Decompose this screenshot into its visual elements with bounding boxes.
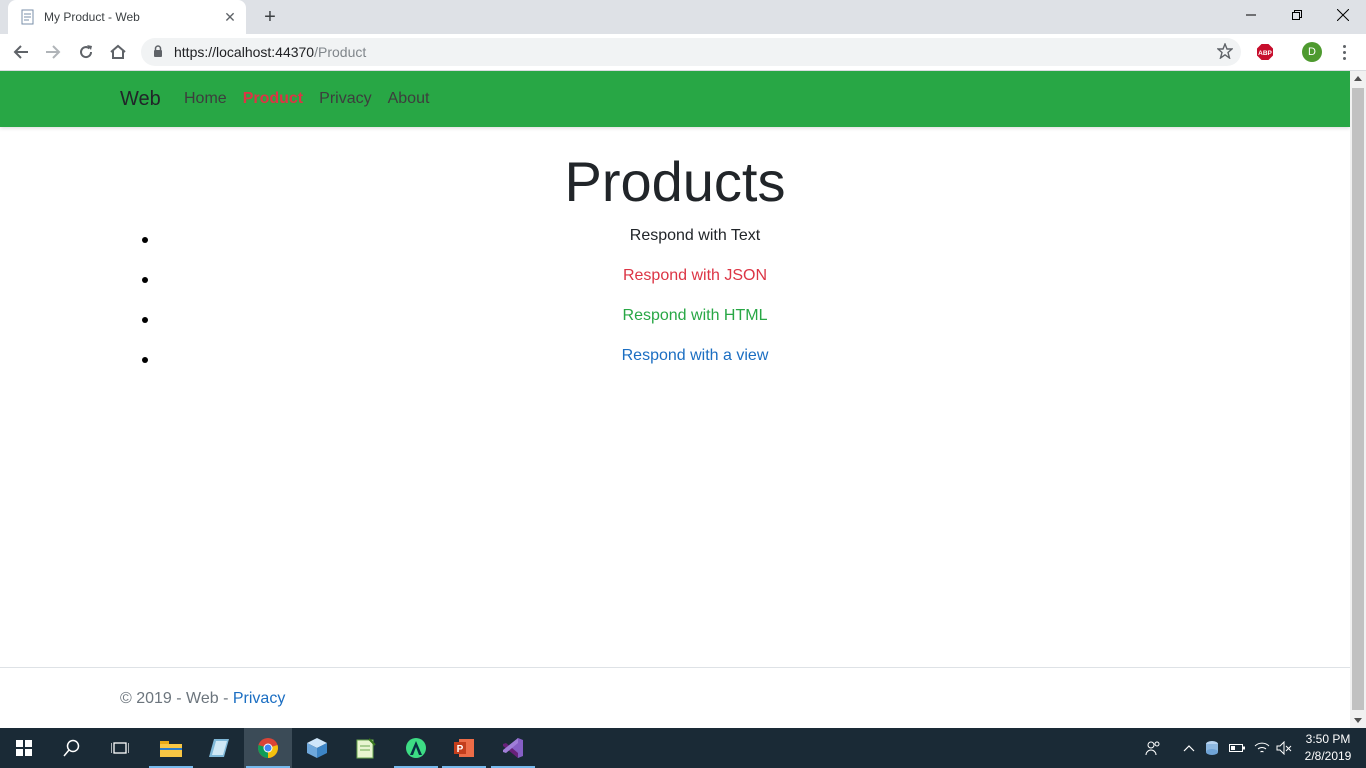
minimize-button[interactable] bbox=[1228, 0, 1274, 30]
task-view-button[interactable] bbox=[96, 728, 144, 768]
close-tab-icon[interactable]: ✕ bbox=[220, 7, 240, 27]
network-drive-icon[interactable] bbox=[1203, 728, 1221, 768]
home-icon bbox=[110, 44, 126, 59]
bullet bbox=[142, 277, 148, 283]
editor-icon bbox=[356, 738, 376, 759]
tab-strip: My Product - Web ✕ + bbox=[0, 0, 1366, 34]
browser-menu-icon[interactable] bbox=[1334, 40, 1354, 64]
home-button[interactable] bbox=[104, 38, 132, 66]
powerpoint-icon: P bbox=[454, 739, 474, 757]
site-navbar: Web Home Product Privacy About bbox=[0, 71, 1350, 127]
visual-studio-icon bbox=[503, 738, 523, 758]
new-tab-button[interactable]: + bbox=[258, 5, 282, 29]
footer-text: © 2019 - Web - Privacy bbox=[120, 690, 285, 708]
taskbar-file-explorer[interactable] bbox=[147, 728, 195, 768]
back-arrow-icon bbox=[13, 45, 28, 59]
bullet bbox=[142, 237, 148, 243]
cube-icon bbox=[307, 738, 327, 758]
taskbar-android-studio[interactable] bbox=[392, 728, 440, 768]
taskbar-app-editor[interactable] bbox=[342, 728, 390, 768]
forward-button[interactable] bbox=[39, 38, 67, 66]
windows-taskbar: P 3:50 PM 2/8/2019 bbox=[0, 728, 1366, 768]
forward-arrow-icon bbox=[46, 45, 61, 59]
page-title: Products bbox=[564, 150, 786, 213]
scroll-up-icon[interactable] bbox=[1354, 76, 1362, 81]
clock-time: 3:50 PM bbox=[1305, 732, 1351, 746]
list-item: Respond with HTML bbox=[0, 307, 1350, 347]
url-text: https://localhost:44370/Product bbox=[174, 44, 366, 60]
android-studio-icon bbox=[406, 738, 426, 758]
task-view-icon bbox=[111, 742, 129, 754]
site-footer: © 2019 - Web - Privacy bbox=[0, 667, 1350, 728]
search-button[interactable] bbox=[48, 728, 96, 768]
address-bar[interactable]: https://localhost:44370/Product bbox=[141, 38, 1241, 66]
close-icon bbox=[1337, 9, 1349, 21]
close-window-button[interactable] bbox=[1320, 0, 1366, 30]
restore-button[interactable] bbox=[1274, 0, 1320, 30]
reload-button[interactable] bbox=[72, 38, 100, 66]
browser-tab[interactable]: My Product - Web ✕ bbox=[8, 0, 246, 34]
chrome-icon bbox=[258, 738, 278, 758]
scrollbar-thumb[interactable] bbox=[1352, 88, 1364, 710]
nav-link-privacy[interactable]: Privacy bbox=[319, 90, 371, 108]
taskbar-powerpoint[interactable]: P bbox=[440, 728, 488, 768]
lock-icon bbox=[154, 45, 162, 57]
profile-avatar[interactable]: D bbox=[1302, 42, 1322, 62]
taskbar-app-box[interactable] bbox=[293, 728, 341, 768]
taskbar-chrome[interactable] bbox=[244, 728, 292, 768]
svg-text:P: P bbox=[457, 744, 464, 755]
start-button[interactable] bbox=[0, 728, 48, 768]
folder-icon bbox=[160, 741, 182, 757]
nav-link-product[interactable]: Product bbox=[243, 90, 303, 108]
nav-links: Home Product Privacy About bbox=[184, 90, 429, 108]
taskbar-visual-studio[interactable] bbox=[489, 728, 537, 768]
windows-logo-icon bbox=[16, 740, 32, 756]
minimize-icon bbox=[1246, 14, 1256, 16]
page-icon bbox=[21, 9, 34, 25]
footer-privacy-link[interactable]: Privacy bbox=[233, 690, 285, 707]
adblock-icon[interactable]: ABP bbox=[1256, 43, 1274, 61]
system-clock[interactable]: 3:50 PM 2/8/2019 bbox=[1296, 731, 1360, 765]
nav-link-about[interactable]: About bbox=[388, 90, 430, 108]
list-item: Respond with a view bbox=[0, 347, 1350, 387]
clock-date: 2/8/2019 bbox=[1304, 749, 1352, 763]
respond-text-label: Respond with Text bbox=[629, 227, 761, 244]
wifi-icon[interactable] bbox=[1252, 728, 1272, 768]
people-icon[interactable] bbox=[1142, 728, 1164, 768]
url-path: /Product bbox=[314, 44, 367, 60]
taskbar-app-notepad[interactable] bbox=[195, 728, 243, 768]
nav-link-home[interactable]: Home bbox=[184, 90, 227, 108]
back-button[interactable] bbox=[7, 38, 35, 66]
product-list: Respond with Text Respond with JSON Resp… bbox=[0, 227, 1350, 387]
page-scrollbar[interactable] bbox=[1350, 71, 1366, 728]
respond-view-link[interactable]: Respond with a view bbox=[160, 347, 1230, 365]
list-item: Respond with Text bbox=[0, 227, 1350, 267]
url-host: https://localhost:44370 bbox=[174, 44, 315, 60]
respond-html-link[interactable]: Respond with HTML bbox=[160, 307, 1230, 325]
tab-title: My Product - Web bbox=[44, 10, 140, 24]
page-viewport: Web Home Product Privacy About Products … bbox=[0, 71, 1350, 728]
bookmark-star-icon[interactable] bbox=[1217, 43, 1233, 59]
list-item: Respond with JSON bbox=[0, 267, 1350, 307]
navbar-brand[interactable]: Web bbox=[120, 88, 161, 111]
notebook-icon bbox=[209, 739, 229, 757]
battery-icon[interactable] bbox=[1228, 728, 1246, 768]
adblock-label: ABP bbox=[1258, 50, 1272, 57]
bullet bbox=[142, 317, 148, 323]
restore-icon bbox=[1292, 10, 1302, 20]
volume-muted-icon[interactable] bbox=[1274, 728, 1294, 768]
search-icon bbox=[63, 739, 80, 757]
respond-json-link[interactable]: Respond with JSON bbox=[160, 267, 1230, 285]
bullet bbox=[142, 357, 148, 363]
footer-copyright: © 2019 - Web - bbox=[120, 690, 233, 707]
browser-toolbar: https://localhost:44370/Product bbox=[0, 34, 1366, 71]
reload-icon bbox=[80, 45, 93, 59]
scroll-down-icon[interactable] bbox=[1354, 718, 1362, 723]
show-hidden-icons-chevron-icon[interactable] bbox=[1180, 728, 1198, 768]
